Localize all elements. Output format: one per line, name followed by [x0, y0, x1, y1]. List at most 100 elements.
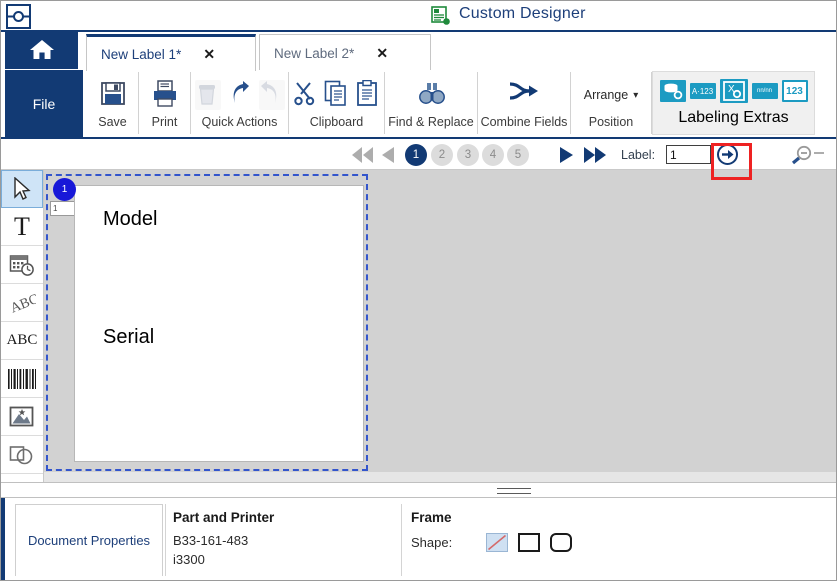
frame-shape-none[interactable]	[486, 533, 508, 552]
page-badge: 1	[53, 178, 76, 201]
tab-new-label-2[interactable]: New Label 2* ✕	[259, 34, 431, 71]
page-button-3[interactable]: 3	[457, 144, 479, 166]
ribbon-group-label: Clipboard	[310, 115, 364, 129]
tab-label: Document Properties	[28, 533, 150, 548]
panel-divider	[401, 504, 402, 576]
ribbon-group-quick-actions: Quick Actions	[191, 72, 289, 134]
title-bar: Custom Designer	[1, 1, 837, 32]
select-cursor-tool[interactable]	[1, 170, 43, 208]
abc-icon: ABC	[7, 332, 38, 349]
frame-shape-label: Shape:	[411, 535, 452, 550]
picture-icon	[9, 406, 35, 428]
date-time-icon[interactable]: nn/nn	[752, 83, 778, 99]
ribbon-group-combine-fields: Combine Fields	[478, 72, 571, 134]
next-page-icon[interactable]	[557, 145, 577, 170]
serial-text-tool[interactable]: ABC	[1, 322, 43, 360]
page-button-1[interactable]: 1	[405, 144, 427, 166]
canvas-horizontal-scrollbar[interactable]	[44, 472, 837, 482]
tab-close-icon[interactable]: ✕	[376, 46, 388, 60]
ribbon-group-label: Quick Actions	[202, 115, 278, 129]
shape-tool[interactable]	[1, 436, 43, 474]
document-properties-panel: Document Properties Part and Printer B33…	[1, 498, 837, 581]
database-icon[interactable]	[660, 80, 686, 102]
field-model[interactable]: Model	[103, 208, 157, 231]
chevron-down-icon[interactable]: ▾	[633, 90, 638, 101]
ribbon-group-find-replace: Find & Replace	[385, 72, 478, 134]
combine-arrow-icon[interactable]	[507, 80, 541, 110]
app-logo-icon	[6, 4, 31, 29]
ribbon-toolbar: File Save	[1, 70, 837, 139]
ribbon-group-label: Position	[589, 115, 633, 129]
printer-value: i3300	[173, 552, 403, 567]
page-button-2[interactable]: 2	[431, 144, 453, 166]
ribbon-group-label: Combine Fields	[481, 115, 568, 129]
cut-scissors-icon[interactable]	[292, 80, 318, 110]
image-tool[interactable]	[1, 398, 43, 436]
home-button[interactable]	[5, 30, 78, 69]
panel-splitter[interactable]	[1, 482, 837, 498]
frame-heading: Frame	[411, 510, 711, 525]
page-button-5[interactable]: 5	[507, 144, 529, 166]
frame-shape-rounded[interactable]	[550, 533, 572, 552]
svg-text:ABC: ABC	[9, 291, 36, 314]
frame-shape-rectangle[interactable]	[518, 533, 540, 552]
text-t-icon: T	[14, 212, 30, 242]
label-canvas[interactable]: 1 1 Model Serial	[44, 170, 837, 482]
label-sheet-selection[interactable]: 1 1 Model Serial	[46, 174, 368, 471]
part-number-value: B33-161-483	[173, 533, 403, 548]
label-page[interactable]: Model Serial	[74, 185, 364, 462]
frame-section: Frame Shape:	[411, 510, 711, 552]
text-tool[interactable]: T	[1, 208, 43, 246]
tab-label: New Label 1*	[101, 47, 181, 62]
delete-trash-icon[interactable]	[195, 80, 221, 110]
ribbon-group-clipboard: Clipboard	[289, 72, 385, 134]
redo-icon[interactable]	[259, 80, 285, 110]
ribbon-group-save: Save	[87, 72, 139, 134]
object-tools-sidebar: T ABC ABC	[1, 170, 44, 482]
page-title: Custom Designer	[459, 5, 586, 23]
zoom-out-magnifier-icon[interactable]	[790, 145, 830, 165]
numbering-icon[interactable]: 123	[782, 80, 808, 102]
barcode-icon	[7, 368, 37, 390]
tab-new-label-1[interactable]: New Label 1* ✕	[86, 34, 256, 71]
serialization-icon[interactable]: A·123	[690, 83, 716, 99]
date-time-tool[interactable]	[1, 246, 43, 284]
paste-icon[interactable]	[356, 80, 382, 110]
go-to-label-icon[interactable]	[717, 144, 738, 165]
printer-icon[interactable]	[152, 80, 178, 110]
ribbon-group-label: Find & Replace	[388, 115, 473, 129]
ribbon-group-label: Save	[98, 115, 127, 129]
save-floppy-icon[interactable]	[100, 80, 126, 110]
copy-icon[interactable]	[324, 80, 350, 110]
tab-label: New Label 2*	[274, 46, 354, 61]
curved-text-icon: ABC	[8, 291, 36, 315]
first-page-icon[interactable]	[349, 145, 375, 170]
serialization-icon-text: A·123	[692, 87, 713, 96]
curved-text-tool[interactable]: ABC	[1, 284, 43, 322]
field-serial[interactable]: Serial	[103, 326, 154, 349]
page-button-4[interactable]: 4	[482, 144, 504, 166]
part-and-printer-heading: Part and Printer	[173, 510, 403, 525]
ribbon-group-label: Print	[152, 115, 178, 129]
previous-page-icon[interactable]	[379, 145, 397, 170]
ribbon-group-position: Arrange ▾ Position	[571, 72, 652, 134]
shapes-icon	[9, 443, 35, 467]
tab-close-icon[interactable]: ✕	[203, 47, 215, 61]
label-field-caption: Label:	[621, 148, 655, 162]
designer-document-icon	[431, 6, 451, 26]
ribbon-group-labeling-extras: A·123 X nn/nn 123 Labeling Extras	[652, 71, 815, 135]
tab-document-properties[interactable]: Document Properties	[15, 504, 163, 576]
custom-designer-window: Custom Designer New Label 1* ✕ New Label…	[0, 0, 837, 581]
label-number-input[interactable]	[666, 145, 711, 164]
cursor-arrow-icon	[12, 177, 32, 201]
last-page-icon[interactable]	[582, 145, 610, 170]
splitter-grip[interactable]	[497, 488, 531, 494]
undo-icon[interactable]	[227, 80, 253, 110]
barcode-tool[interactable]	[1, 360, 43, 398]
file-menu-button[interactable]: File	[5, 70, 83, 137]
arrange-dropdown-label[interactable]: Arrange	[584, 88, 628, 102]
calendar-clock-icon	[9, 253, 35, 277]
placeholder-graphic-icon[interactable]: X	[720, 79, 748, 103]
home-icon	[29, 38, 55, 61]
binoculars-icon[interactable]	[418, 80, 444, 110]
